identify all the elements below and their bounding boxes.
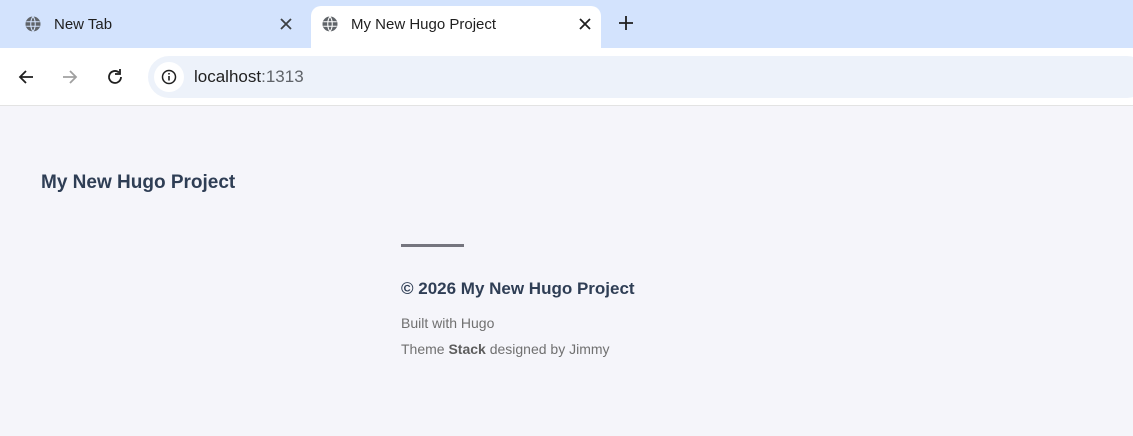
reload-icon bbox=[108, 69, 122, 84]
reload-button[interactable] bbox=[99, 61, 131, 93]
back-button[interactable] bbox=[10, 61, 42, 93]
browser-toolbar: localhost:1313 bbox=[0, 48, 1133, 106]
plus-icon bbox=[619, 16, 633, 30]
arrow-right-icon bbox=[63, 70, 78, 84]
footer-divider bbox=[401, 244, 464, 247]
close-icon[interactable] bbox=[571, 10, 599, 38]
info-icon[interactable] bbox=[154, 62, 184, 92]
tab-new-tab[interactable]: New Tab bbox=[12, 6, 302, 42]
tab-title: New Tab bbox=[54, 15, 113, 33]
tab-hugo-project[interactable]: My New Hugo Project bbox=[311, 6, 601, 48]
url-port: :1313 bbox=[261, 67, 304, 86]
close-icon[interactable] bbox=[272, 10, 300, 38]
footer-theme-credit: Theme Stack designed by Jimmy bbox=[401, 341, 610, 357]
footer-powered-by: Built with Hugo bbox=[401, 315, 495, 331]
theme-suffix: designed by Jimmy bbox=[485, 341, 610, 357]
theme-name-link[interactable]: Stack bbox=[448, 341, 485, 357]
url-host: localhost bbox=[194, 67, 262, 86]
forward-button[interactable] bbox=[54, 61, 86, 93]
arrow-left-icon bbox=[18, 70, 33, 84]
globe-icon bbox=[24, 15, 42, 33]
footer-copyright: © 2026 My New Hugo Project bbox=[401, 279, 635, 298]
tab-strip: New Tab My New Hugo Project bbox=[0, 0, 1133, 48]
address-bar[interactable]: localhost:1313 bbox=[148, 56, 1133, 98]
tab-title: My New Hugo Project bbox=[351, 15, 497, 33]
new-tab-button[interactable] bbox=[612, 9, 640, 37]
url-text: localhost:1313 bbox=[194, 67, 304, 87]
theme-prefix: Theme bbox=[401, 341, 449, 357]
site-title-link[interactable]: My New Hugo Project bbox=[41, 172, 235, 194]
globe-icon bbox=[321, 15, 339, 33]
